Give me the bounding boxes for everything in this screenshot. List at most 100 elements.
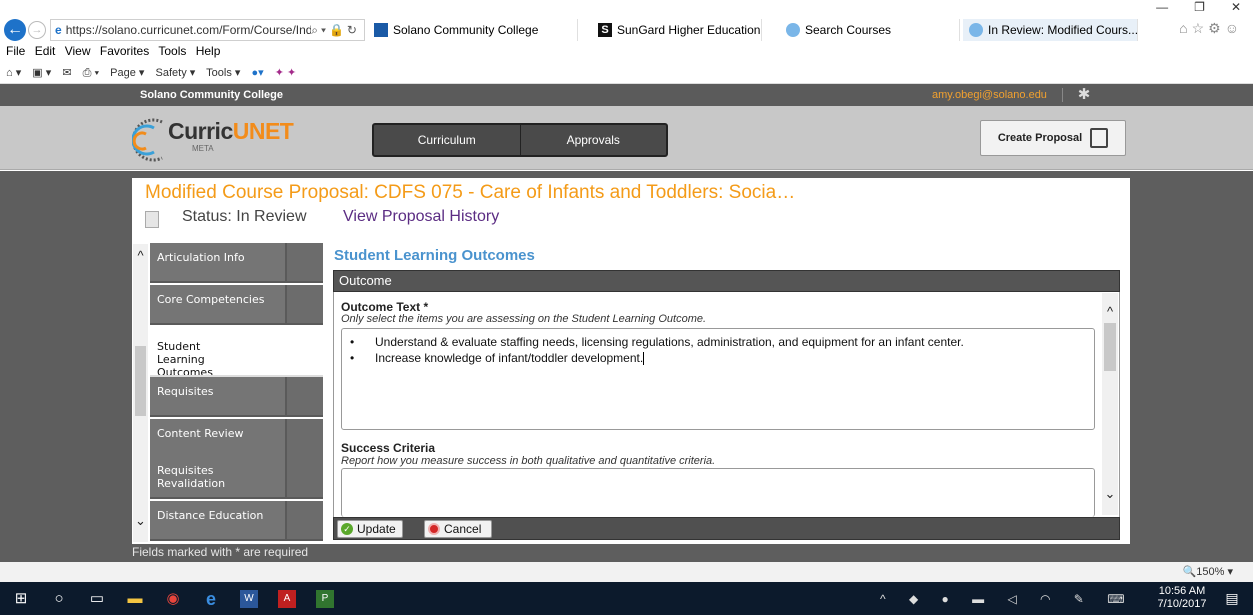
page-menu[interactable]: Page ▾ (110, 67, 144, 79)
zoom-value: 150% (1196, 566, 1225, 578)
chevron-down-icon[interactable]: ⌄ (133, 514, 148, 528)
back-arrow-icon[interactable]: ← (4, 19, 26, 41)
menu-tools[interactable]: Tools (158, 44, 186, 58)
tab-solano[interactable]: Solano Community College (368, 19, 578, 41)
clock-time: 10:56 AM (1158, 585, 1206, 597)
success-criteria-editor[interactable] (341, 468, 1095, 517)
menu-file[interactable]: File (6, 44, 25, 58)
close-window-icon[interactable]: ✕ (1231, 0, 1241, 18)
success-criteria-label: Success Criteria (341, 441, 436, 455)
outcome-header: Outcome (333, 270, 1120, 292)
outcome-text-editor[interactable]: • Understand & evaluate staffing needs, l… (341, 328, 1095, 430)
sidebar-item-articulation-info[interactable]: Articulation Info (150, 243, 323, 283)
document-add-icon (1090, 128, 1109, 148)
sidebar-item-student-learning-outcomes[interactable]: Student Learning Outcomes (150, 327, 323, 377)
logo-meta: META (192, 144, 214, 153)
nav-curriculum[interactable]: Curriculum (374, 125, 520, 155)
cancel-button[interactable]: Cancel (424, 520, 492, 538)
safety-menu[interactable]: Safety ▾ (156, 67, 196, 79)
system-tray-icons[interactable]: ^ ◆ ● ▬ ◁ ◠ ✎ ⌨ (880, 592, 1135, 606)
feeds-icon[interactable]: ▣ ▾ (32, 67, 51, 79)
tools-menu[interactable]: Tools ▾ (206, 67, 240, 79)
scrollbar-thumb[interactable] (1104, 323, 1116, 371)
menu-edit[interactable]: Edit (35, 44, 56, 58)
word-icon[interactable]: W (240, 590, 258, 608)
sidebar-item-label: Distance Education (157, 509, 264, 522)
menu-help[interactable]: Help (196, 44, 221, 58)
sidebar-item-cap (285, 377, 323, 415)
ie-favicon-icon (969, 23, 983, 37)
notification-icon[interactable]: ▤ (1224, 590, 1240, 608)
clock-date: 7/10/2017 (1157, 598, 1207, 610)
college-name: Solano Community College (140, 89, 284, 101)
scrollbar-thumb[interactable] (135, 346, 146, 416)
tab-search-courses[interactable]: Search Courses (780, 19, 960, 41)
sidebar-item-core-competencies[interactable]: Core Competencies (150, 285, 323, 325)
home-favorites-settings-icons[interactable]: ⌂☆⚙☺ (1179, 20, 1243, 37)
divider (1062, 88, 1063, 102)
internet-explorer-icon[interactable]: e (202, 590, 220, 608)
create-proposal-label: Create Proposal (997, 132, 1083, 144)
menu-view[interactable]: View (65, 44, 91, 58)
cortana-search-icon[interactable]: ○ (50, 590, 68, 608)
sidebar-item-content-review[interactable]: Content Review (150, 419, 323, 459)
sidebar-item-label: Requisites Revalidation (157, 464, 226, 490)
sidebar-item-cap (285, 243, 323, 281)
home-icon[interactable]: ⌂ ▾ (6, 67, 21, 79)
nav-approvals[interactable]: Approvals (519, 125, 667, 155)
gear-icon[interactable]: ✱ (1074, 85, 1094, 105)
restore-icon[interactable]: ❐ (1194, 0, 1205, 18)
ie-favicon-icon (786, 23, 800, 37)
sidebar-item-distance-education[interactable]: Distance Education (150, 501, 323, 541)
sidebar-item-cap (285, 419, 323, 457)
outcome-line: • Understand & evaluate staffing needs, l… (350, 335, 964, 349)
create-proposal-button[interactable]: Create Proposal (980, 120, 1126, 156)
sidebar-item-label: Core Competencies (157, 293, 265, 306)
tab-label: SunGard Higher Education (617, 23, 761, 37)
user-email-link[interactable]: amy.obegi@solano.edu (932, 84, 1047, 106)
logo-text: CurricUNET (168, 118, 294, 145)
tab-sungard[interactable]: S SunGard Higher Education (592, 19, 762, 41)
update-button[interactable]: ✓ Update (337, 520, 403, 538)
mail-icon[interactable]: ✉ (62, 67, 71, 79)
logo-curric: Curric (168, 118, 233, 144)
file-explorer-icon[interactable]: ▬ (126, 590, 144, 608)
outcome-line: • Increase knowledge of infant/toddler de… (350, 351, 645, 366)
text-cursor (643, 352, 645, 366)
sidebar-item-requisites-revalidation[interactable]: Requisites Revalidation (150, 455, 323, 499)
success-criteria-help: Report how you measure success in both q… (341, 455, 716, 467)
address-bar[interactable]: e https://solano.curricunet.com/Form/Cou… (50, 19, 365, 41)
cancel-label: Cancel (444, 522, 482, 536)
zoom-level[interactable]: 🔍150% ▾ (1183, 565, 1233, 578)
sidebar-item-cap (285, 455, 323, 497)
chevron-up-icon[interactable]: ^ (133, 249, 148, 263)
browser-status-bar (0, 562, 1253, 582)
chevron-up-icon[interactable]: ^ (1102, 305, 1118, 319)
task-view-icon[interactable]: ▭ (88, 590, 106, 608)
sidebar-item-label: Content Review (157, 427, 244, 440)
menu-favorites[interactable]: Favorites (100, 44, 149, 58)
cancel-icon (428, 523, 440, 535)
tab-in-review[interactable]: In Review: Modified Cours... × (963, 19, 1138, 41)
tab-label: In Review: Modified Cours... (988, 23, 1138, 37)
outcome-text-label: Outcome Text * (341, 300, 429, 314)
sidebar-item-label: Articulation Info (157, 251, 245, 264)
forward-arrow-icon[interactable]: → (28, 21, 46, 39)
windows-start-icon[interactable]: ⊞ (12, 590, 30, 608)
minimize-icon[interactable]: — (1156, 0, 1168, 18)
chevron-down-icon[interactable]: ⌄ (1102, 487, 1118, 501)
page-title: Modified Course Proposal: CDFS 075 - Car… (145, 182, 796, 203)
chrome-icon[interactable]: ◉ (164, 590, 182, 608)
taskbar-clock[interactable]: 10:56 AM 7/10/2017 (1152, 585, 1212, 611)
search-lock-refresh-icons[interactable]: ⌕▾🔒↻ (311, 23, 364, 38)
sidebar-item-requisites[interactable]: Requisites (150, 377, 323, 417)
view-proposal-history-link[interactable]: View Proposal History (343, 208, 499, 226)
sidebar-item-cap (285, 285, 323, 323)
project-icon[interactable]: P (316, 590, 334, 608)
url-text: https://solano.curricunet.com/Form/Cours… (65, 23, 312, 37)
tab-label: Search Courses (805, 23, 892, 37)
research-icon[interactable]: ✦ ✦ (275, 67, 297, 79)
help-icon[interactable]: ●▾ (251, 67, 263, 79)
acrobat-icon[interactable]: A (278, 590, 296, 608)
print-icon[interactable]: ⎙ ▾ (83, 67, 99, 79)
